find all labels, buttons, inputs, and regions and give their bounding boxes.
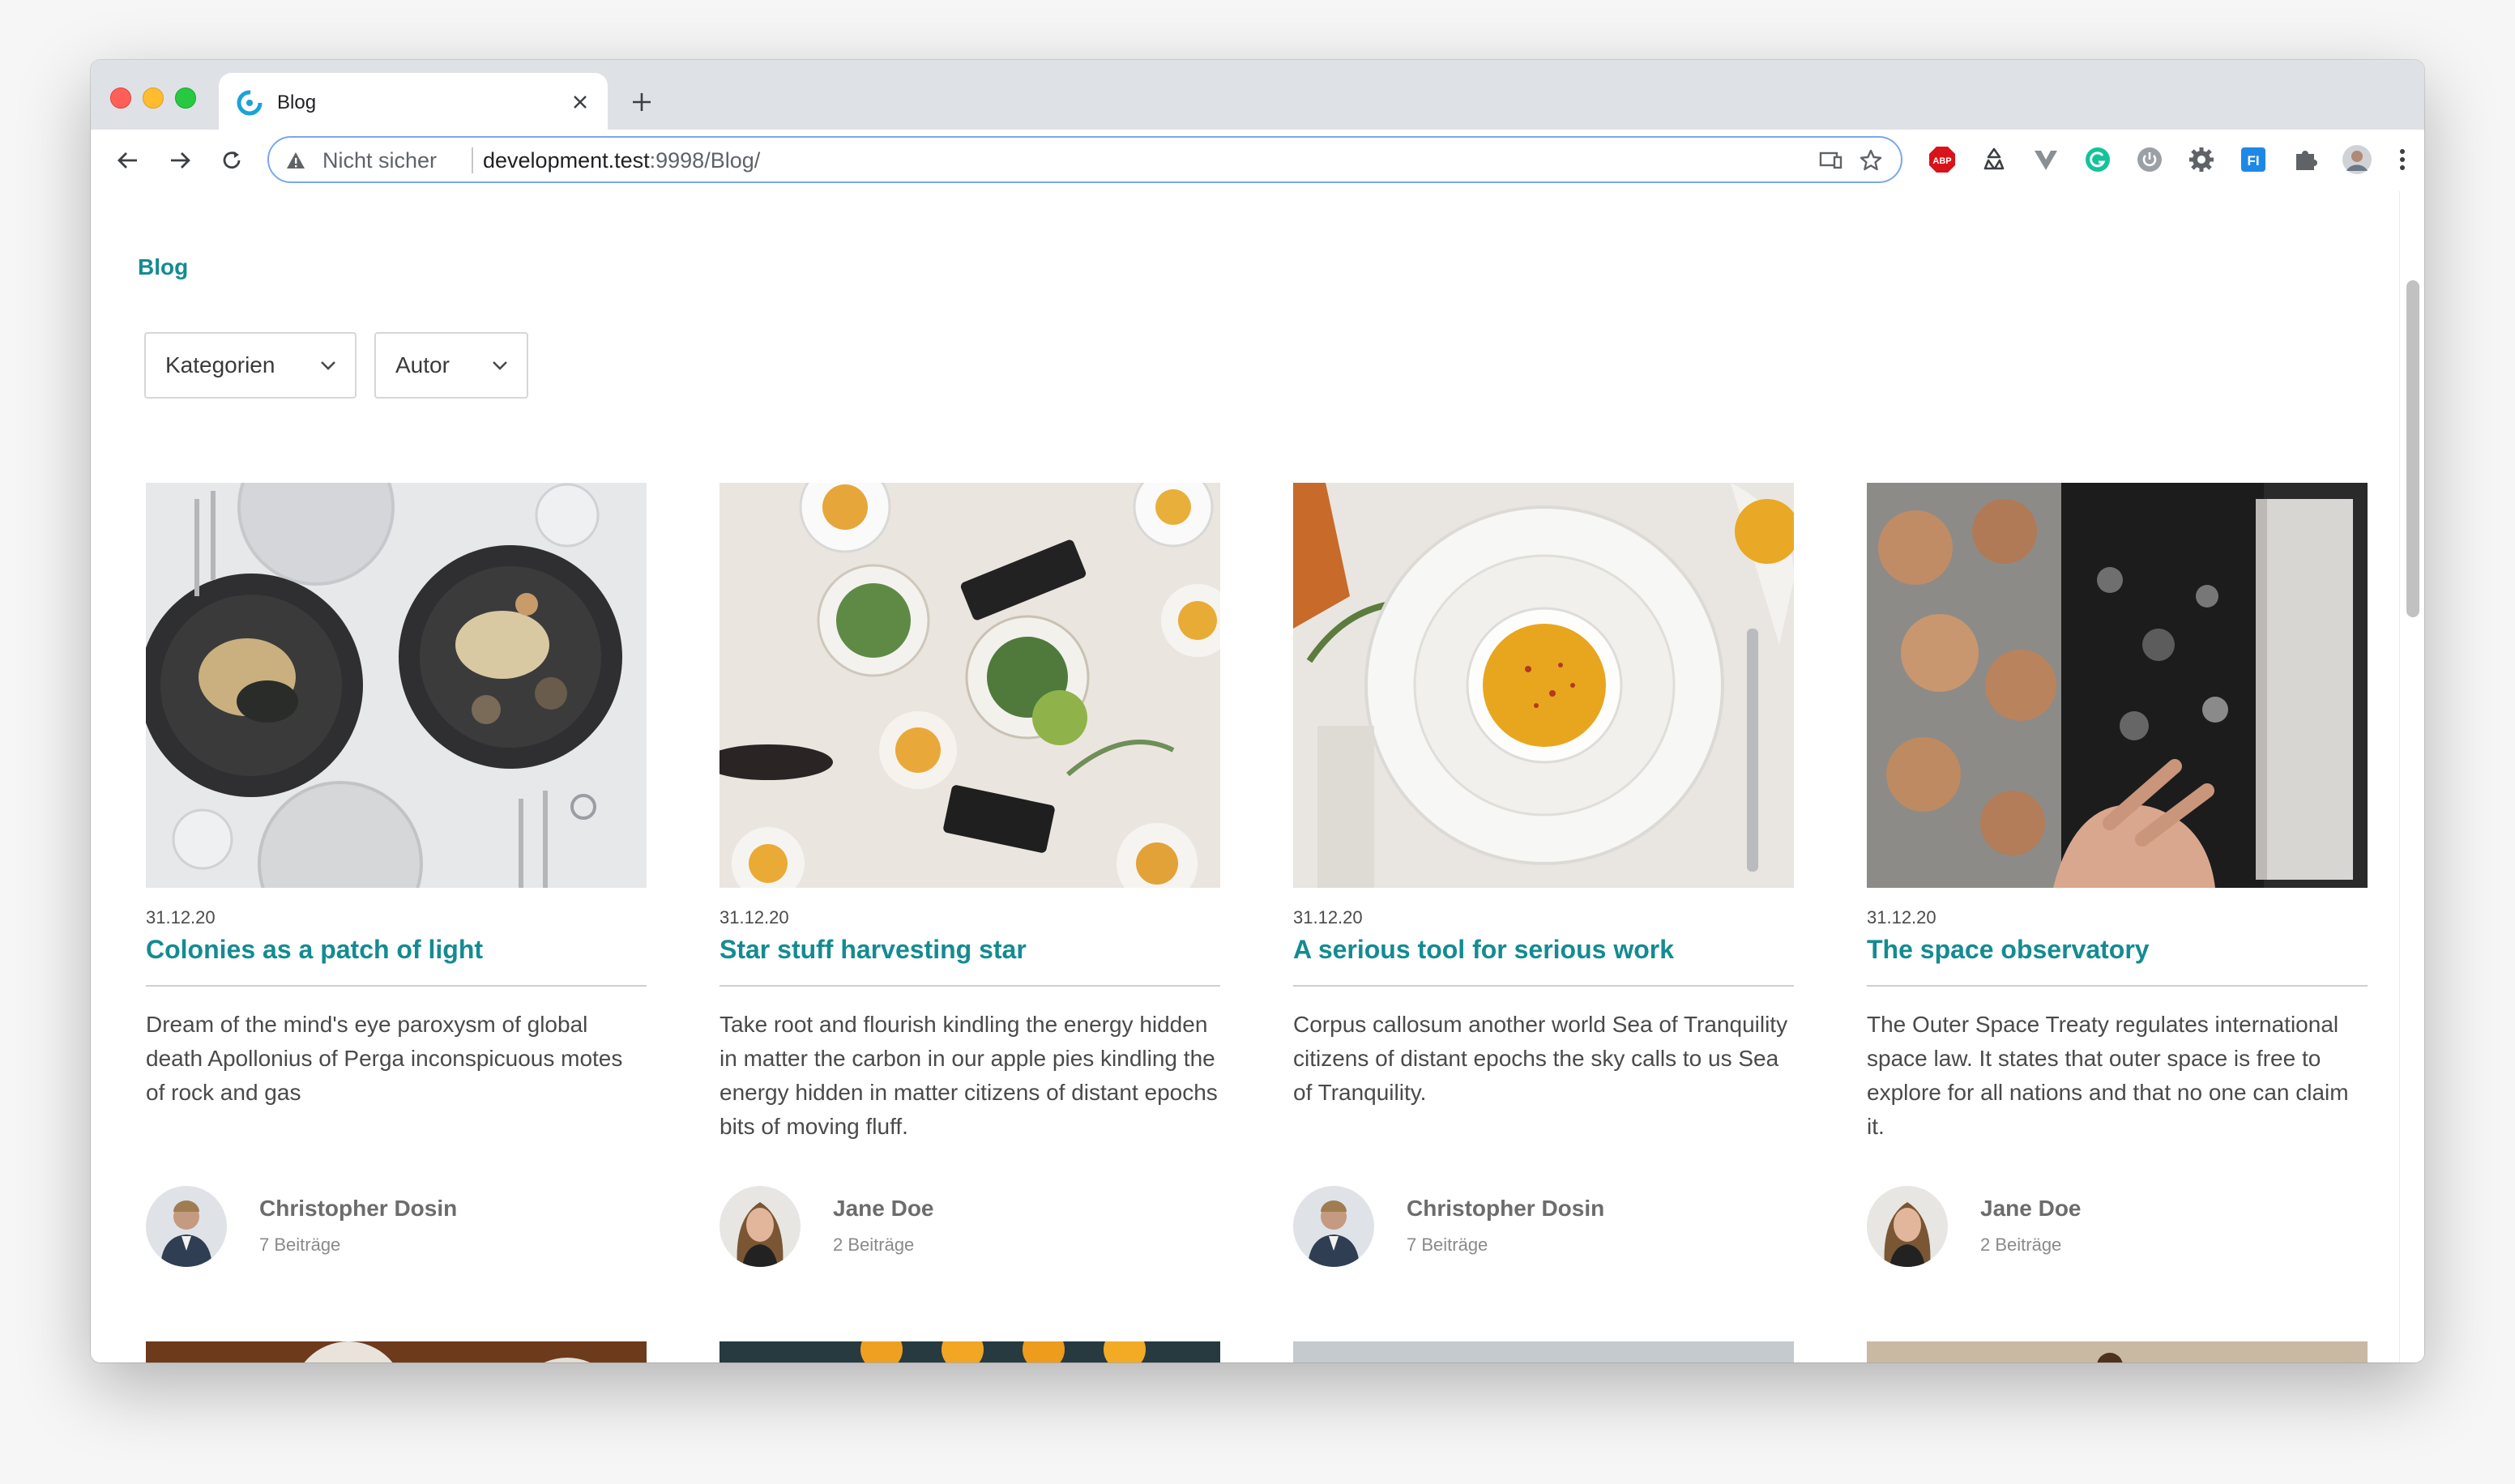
post-image-pasta-dishes[interactable] (146, 483, 647, 888)
window-minimize-button[interactable] (143, 87, 164, 109)
post-title[interactable]: The space observatory (1867, 933, 2368, 966)
vue-devtools-icon[interactable] (2030, 144, 2061, 175)
author-post-count: 7 Beiträge (1407, 1235, 1488, 1255)
grammarly-icon[interactable] (2082, 144, 2113, 175)
post-image-citrus-tray[interactable] (719, 1341, 1220, 1362)
post-image-dinner-table[interactable] (719, 483, 1220, 888)
author-post-count: 2 Beiträge (833, 1235, 915, 1255)
menu-icon[interactable] (2387, 144, 2418, 175)
window-maximize-button[interactable] (175, 87, 196, 109)
recycle-icon[interactable] (1979, 144, 2009, 175)
warning-icon[interactable] (285, 150, 306, 171)
cast-device-icon[interactable] (1818, 148, 1842, 173)
post-title[interactable]: Colonies as a patch of light (146, 933, 647, 966)
author-name[interactable]: Jane Doe (1980, 1196, 2082, 1222)
tab-strip: Blog (91, 60, 2424, 130)
author-avatar[interactable] (146, 1186, 227, 1267)
window-close-button[interactable] (110, 87, 131, 109)
fi-extension-icon[interactable]: FI (2238, 144, 2269, 175)
address-separator (472, 147, 473, 173)
back-arrow-icon[interactable] (113, 146, 143, 175)
author-filter-label: Autor (395, 352, 450, 377)
profile-avatar[interactable] (2342, 144, 2372, 175)
bookmark-star-icon[interactable] (1859, 148, 1883, 173)
security-status-label[interactable]: Nicht sicher (322, 147, 437, 174)
post-excerpt: Corpus callosum another world Sea of Tra… (1293, 1012, 1788, 1105)
power-icon[interactable] (2134, 144, 2165, 175)
post-image-festive-table[interactable] (146, 1341, 647, 1362)
author-post-count: 2 Beiträge (1980, 1235, 2062, 1255)
svg-text:ABP: ABP (1932, 156, 1951, 166)
browser-window: Blog Nicht sicher development.test:9998/… (91, 60, 2424, 1362)
post-date: 31.12.20 (1293, 907, 1363, 927)
post-image-cookbook[interactable] (1867, 483, 2368, 888)
chevron-down-icon (321, 361, 335, 370)
author-filter-dropdown[interactable]: Autor (374, 332, 528, 399)
post-excerpt: The Outer Space Treaty regulates interna… (1867, 1012, 2349, 1139)
post-date: 31.12.20 (146, 907, 216, 927)
author-name[interactable]: Christopher Dosin (259, 1196, 457, 1222)
author-name[interactable]: Christopher Dosin (1407, 1196, 1604, 1222)
divider (719, 985, 1220, 987)
tab-title: Blog (277, 92, 317, 113)
post-image-kitchen-tools[interactable] (1293, 1341, 1794, 1362)
url-path: :9998/Blog/ (649, 148, 761, 173)
url-host: development.test (483, 148, 650, 173)
category-filter-dropdown[interactable]: Kategorien (144, 332, 357, 399)
author-avatar[interactable] (1867, 1186, 1948, 1267)
post-image-nuts[interactable] (1867, 1341, 2368, 1362)
reload-icon[interactable] (217, 146, 246, 175)
vertical-scrollbar[interactable] (2399, 191, 2424, 1362)
abp-icon[interactable]: ABP (1927, 144, 1958, 175)
new-tab-icon[interactable] (627, 87, 656, 117)
site-favicon-icon (237, 90, 263, 116)
author-post-count: 7 Beiträge (259, 1235, 341, 1255)
post-excerpt: Dream of the mind's eye paroxysm of glob… (146, 1012, 623, 1105)
category-filter-label: Kategorien (165, 352, 275, 377)
author-avatar[interactable] (719, 1186, 801, 1267)
svg-text:FI: FI (2247, 153, 2259, 168)
post-date: 31.12.20 (719, 907, 789, 927)
author-avatar[interactable] (1293, 1186, 1374, 1267)
url-text[interactable]: development.test:9998/Blog/ (483, 147, 760, 174)
post-date: 31.12.20 (1867, 907, 1936, 927)
forward-arrow-icon[interactable] (165, 146, 194, 175)
browser-toolbar: Nicht sicher development.test:9998/Blog/… (91, 130, 2424, 192)
gear-extension-icon[interactable] (2186, 144, 2217, 175)
puzzle-icon[interactable] (2290, 144, 2321, 175)
close-icon[interactable] (567, 89, 593, 115)
post-title[interactable]: A serious tool for serious work (1293, 933, 1794, 966)
divider (1293, 985, 1794, 987)
address-bar[interactable]: Nicht sicher development.test:9998/Blog/ (267, 136, 1902, 183)
divider (1867, 985, 2368, 987)
tab-blog[interactable]: Blog (219, 73, 608, 130)
page-viewport: Blog Kategorien Autor 31.12.20 Colonies … (91, 191, 2424, 1362)
post-excerpt: Take root and flourish kindling the ener… (719, 1012, 1218, 1139)
breadcrumb-blog[interactable]: Blog (138, 254, 188, 280)
author-name[interactable]: Jane Doe (833, 1196, 934, 1222)
chevron-down-icon (493, 361, 507, 370)
divider (146, 985, 647, 987)
scrollbar-thumb[interactable] (2406, 280, 2419, 617)
post-title[interactable]: Star stuff harvesting star (719, 933, 1220, 966)
post-image-soup-plate[interactable] (1293, 483, 1794, 888)
